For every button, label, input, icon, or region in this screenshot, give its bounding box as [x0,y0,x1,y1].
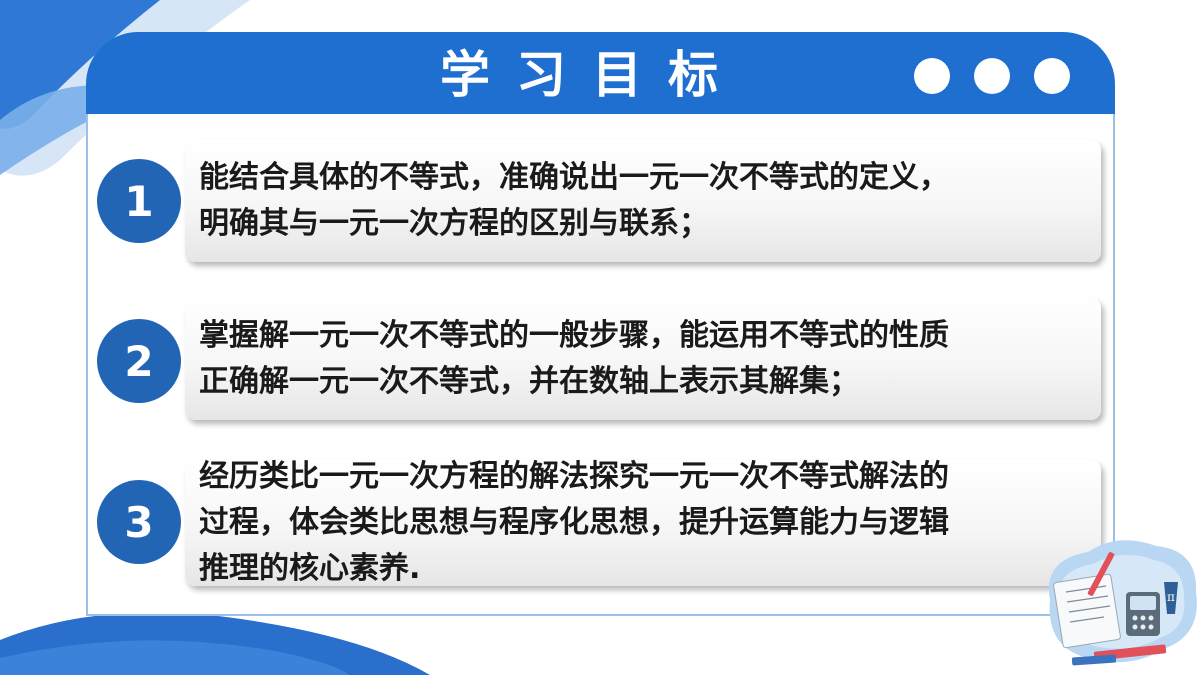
svg-text:π: π [1167,590,1175,604]
goal-card: 掌握解一元一次不等式的一般步骤，能运用不等式的性质 正确解一元一次不等式，并在数… [185,298,1101,420]
math-study-illustration-icon: π [1048,540,1197,666]
decor-dots [914,58,1070,94]
goal-card: 经历类比一元一次方程的解法探究一元一次不等式解法的 过程，体会类比思想与程序化思… [185,459,1101,586]
circle-dot-icon [974,58,1010,94]
goal-card: 能结合具体的不等式，准确说出一元一次不等式的定义， 明确其与一元一次方程的区别与… [185,140,1101,262]
circle-dot-icon [914,58,950,94]
circle-dot-icon [1034,58,1070,94]
goal-number-badge: 2 [97,319,181,403]
goal-text: 掌握解一元一次不等式的一般步骤，能运用不等式的性质 正确解一元一次不等式，并在数… [199,318,949,399]
goal-number-badge: 1 [97,159,181,243]
goal-number-badge: 3 [97,480,181,564]
page-title: 学习目标 [440,46,744,104]
goal-text: 经历类比一元一次方程的解法探究一元一次不等式解法的 过程，体会类比思想与程序化思… [199,459,949,586]
title-banner: 学习目标 [86,32,1115,114]
goal-text: 能结合具体的不等式，准确说出一元一次不等式的定义， 明确其与一元一次方程的区别与… [199,160,949,241]
